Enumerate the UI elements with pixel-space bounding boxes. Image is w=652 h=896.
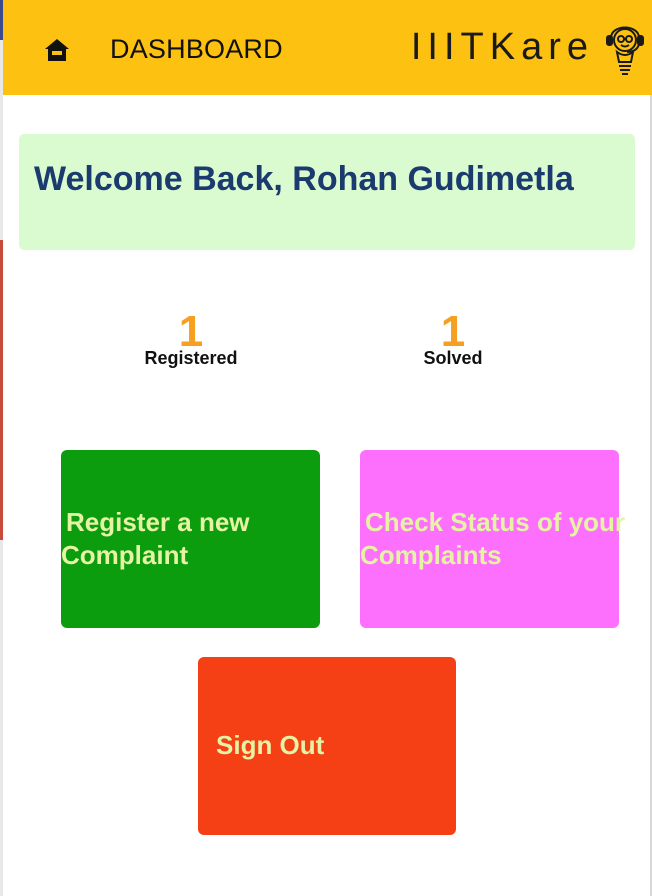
- brand-logo-text: IIITKare: [410, 26, 594, 68]
- status-line-2: Complaints: [360, 540, 502, 570]
- solved-label: Solved: [423, 348, 483, 368]
- check-status-button[interactable]: Check Status of your Complaints: [360, 450, 625, 628]
- solved-stat: 1 Solved: [373, 310, 533, 369]
- helpdesk-agent-icon: [603, 14, 647, 78]
- check-status-label: Check Status of your Complaints: [360, 506, 630, 572]
- registered-stat: 1 Registered: [111, 310, 271, 369]
- app-header: DASHBOARD IIITKare: [3, 0, 652, 95]
- register-line-1: Register a new: [66, 507, 250, 537]
- status-line-1: Check Status of your: [365, 507, 626, 537]
- registered-label: Registered: [144, 348, 238, 368]
- register-complaint-button[interactable]: Register a new Complaint: [61, 450, 320, 628]
- page-title: DASHBOARD: [110, 34, 283, 64]
- register-line-2: Complaint: [61, 540, 189, 570]
- welcome-message: Welcome Back, Rohan Gudimetla: [34, 160, 574, 198]
- register-complaint-label: Register a new Complaint: [61, 506, 320, 572]
- background-window-edge: [0, 0, 3, 896]
- sign-out-button[interactable]: Sign Out: [198, 657, 456, 835]
- welcome-banner: Welcome Back, Rohan Gudimetla: [19, 134, 635, 250]
- home-icon[interactable]: [43, 36, 71, 64]
- sign-out-label: Sign Out: [216, 730, 325, 760]
